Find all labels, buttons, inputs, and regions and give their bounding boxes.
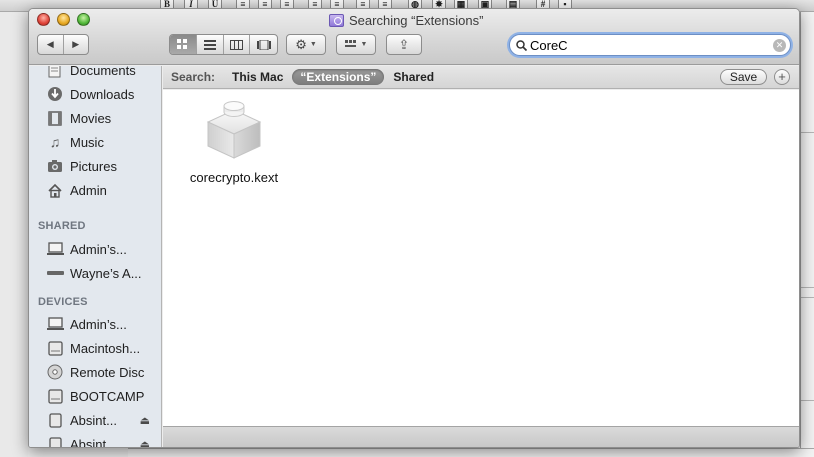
chevron-down-icon: ▼ xyxy=(360,41,368,48)
sidebar-item-remote-disc[interactable]: Remote Disc xyxy=(29,361,161,383)
disk-icon xyxy=(46,340,64,356)
sidebar-item-bootcamp[interactable]: BOOTCAMP xyxy=(29,385,161,407)
cover-flow-icon xyxy=(256,39,271,50)
sidebar-item-shared-admin[interactable]: Admin’s... xyxy=(29,238,161,260)
sidebar-item-label: Documents xyxy=(70,66,136,78)
search-field[interactable]: ✕ xyxy=(509,34,791,56)
scope-this-mac[interactable]: This Mac xyxy=(232,70,283,84)
sidebar-item-label: Macintosh... xyxy=(70,340,141,356)
file-item[interactable]: corecrypto.kext xyxy=(181,100,287,185)
sidebar-section-devices: DEVICES xyxy=(38,296,88,308)
list-view-icon xyxy=(203,39,216,50)
computer-icon xyxy=(46,241,64,257)
sidebar-item-label: BOOTCAMP xyxy=(70,388,145,404)
search-input[interactable] xyxy=(530,37,770,53)
disc-icon xyxy=(46,364,64,380)
kext-icon xyxy=(206,101,262,159)
forward-arrow-icon: ▶ xyxy=(72,39,80,49)
search-scope-bar: Search: This Mac “Extensions” Shared Sav… xyxy=(163,66,799,89)
sidebar-item-label: Downloads xyxy=(70,86,135,102)
status-bar xyxy=(163,426,799,447)
sidebar-item-label: Absint... xyxy=(70,412,117,428)
sidebar-item-label: Remote Disc xyxy=(70,364,145,380)
back-button[interactable]: ◀ xyxy=(38,35,64,54)
sidebar-item-downloads[interactable]: Downloads xyxy=(29,83,161,105)
sidebar-item-label: Wayne’s A... xyxy=(70,265,142,281)
sidebar-section-shared: SHARED xyxy=(38,220,86,232)
back-arrow-icon: ◀ xyxy=(46,39,54,49)
eject-icon[interactable]: ⏏ xyxy=(140,438,150,448)
sidebar-item-absinthe-2[interactable]: Absint... ⏏ xyxy=(29,433,161,448)
downloads-icon xyxy=(46,86,64,102)
home-icon xyxy=(46,182,64,198)
sidebar-item-shared-wayne[interactable]: Wayne’s A... xyxy=(29,262,161,284)
sidebar-item-macintosh[interactable]: Macintosh... xyxy=(29,337,161,359)
sidebar-item-absinthe-1[interactable]: Absint... ⏏ xyxy=(29,409,161,431)
sidebar-item-label: Admin xyxy=(70,182,107,198)
forward-button[interactable]: ▶ xyxy=(64,35,89,54)
pictures-icon xyxy=(46,158,64,174)
scope-label: Search: xyxy=(171,70,216,84)
window-title-text: Searching “Extensions” xyxy=(349,12,484,28)
icon-view-icon xyxy=(177,39,188,49)
sidebar-item-movies[interactable]: Movies xyxy=(29,107,161,129)
arrange-menu-button[interactable]: ▼ xyxy=(336,34,376,55)
minimize-window-button[interactable] xyxy=(57,13,70,26)
network-icon xyxy=(46,265,64,281)
clear-icon: ✕ xyxy=(775,40,784,50)
column-view-icon xyxy=(229,39,243,50)
search-icon xyxy=(516,39,527,51)
sidebar-item-label: Admin’s... xyxy=(70,316,127,332)
save-search-button[interactable]: Save xyxy=(720,69,767,85)
column-view-button[interactable] xyxy=(224,35,251,54)
window-title: Searching “Extensions” xyxy=(329,12,483,28)
drive-icon xyxy=(46,436,64,447)
clear-search-button[interactable]: ✕ xyxy=(773,39,786,52)
scope-extensions[interactable]: “Extensions” xyxy=(292,69,385,85)
sidebar-item-label: Admin’s... xyxy=(70,241,127,257)
close-window-button[interactable] xyxy=(37,13,50,26)
eject-icon[interactable]: ⏏ xyxy=(140,414,150,427)
sidebar-item-label: Pictures xyxy=(70,158,117,174)
sidebar-item-label: Music xyxy=(70,134,104,150)
sidebar-item-documents[interactable]: Documents xyxy=(29,66,161,81)
action-menu-button[interactable]: ⚙ ▼ xyxy=(286,34,326,55)
cover-flow-button[interactable] xyxy=(250,35,277,54)
results-area: corecrypto.kext xyxy=(163,90,799,426)
arrange-icon xyxy=(344,39,356,47)
background-app-right xyxy=(800,12,814,457)
scope-shared[interactable]: Shared xyxy=(393,70,434,84)
background-app-bottom xyxy=(128,448,814,457)
sidebar-item-admin[interactable]: Admin xyxy=(29,179,161,201)
add-criteria-button[interactable]: + xyxy=(774,69,790,85)
share-button[interactable]: ⇪ xyxy=(386,34,422,55)
share-icon: ⇪ xyxy=(398,36,410,52)
back-forward-control: ◀ ▶ xyxy=(37,34,89,55)
chevron-down-icon: ▼ xyxy=(309,41,317,48)
title-bar: Searching “Extensions” ◀ ▶ ⚙ ▼ ▼ ⇪ CoreC… xyxy=(29,9,799,65)
sidebar: Documents Downloads Movies ♫ Music Pictu… xyxy=(29,66,162,448)
sidebar-item-label: Movies xyxy=(70,110,112,126)
list-view-button[interactable] xyxy=(197,35,224,54)
sidebar-item-pictures[interactable]: Pictures xyxy=(29,155,161,177)
documents-icon xyxy=(46,66,64,78)
disk-icon xyxy=(46,388,64,404)
drive-icon xyxy=(46,412,64,428)
music-icon: ♫ xyxy=(49,134,61,150)
movies-icon xyxy=(46,110,64,126)
zoom-window-button[interactable] xyxy=(77,13,90,26)
gear-icon: ⚙ xyxy=(295,36,307,52)
computer-icon xyxy=(46,316,64,332)
smart-folder-icon xyxy=(329,13,344,27)
background-app-left xyxy=(0,12,28,457)
view-mode-control xyxy=(169,34,278,55)
icon-view-button[interactable] xyxy=(170,35,197,54)
file-name: corecrypto.kext xyxy=(189,170,279,185)
sidebar-item-music[interactable]: ♫ Music xyxy=(29,131,161,153)
sidebar-item-device-admin[interactable]: Admin’s... xyxy=(29,313,161,335)
finder-window: Searching “Extensions” ◀ ▶ ⚙ ▼ ▼ ⇪ CoreC… xyxy=(28,8,800,448)
sidebar-item-label: Absint... xyxy=(70,436,117,448)
